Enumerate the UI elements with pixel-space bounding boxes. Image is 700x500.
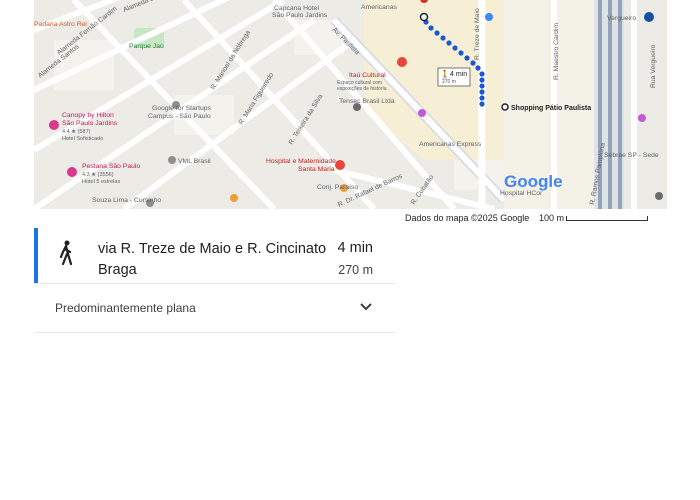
label-itau-1: Itaú Cultural bbox=[349, 72, 386, 79]
label-astro: Padaria Astro Rei bbox=[34, 21, 87, 28]
route-name: via R. Treze de Maio e R. Cincinato Brag… bbox=[98, 241, 327, 278]
label-canopy-4: Hotel Sofisticado bbox=[62, 136, 103, 142]
walk-callout-dist: 270 m bbox=[442, 79, 456, 85]
label-sebrae: Sebrae SP - Sede bbox=[604, 152, 659, 159]
route-duration: 4 min bbox=[337, 240, 373, 256]
label-tensec: Tensec Brasil Ltda bbox=[339, 98, 395, 105]
divider bbox=[34, 332, 395, 333]
walk-mini-icon: 🚶 bbox=[440, 69, 450, 79]
label-canopy-3: 4.4 ★ (587) bbox=[62, 128, 91, 135]
walk-callout-time: 4 min bbox=[450, 71, 467, 78]
label-google-1: Google for Startups bbox=[152, 105, 212, 112]
label-pestana-3: Hotel 5 estrelas bbox=[82, 179, 120, 185]
label-parque-jau: Parque Jaú bbox=[129, 43, 164, 50]
route-map[interactable]: 4 min 270 m 🚶 Shopping Pátio Paulista Al… bbox=[34, 0, 667, 209]
elevation-label: Predominantemente plana bbox=[55, 301, 196, 315]
divider bbox=[34, 283, 395, 284]
label-google-2: Campus - São Paulo bbox=[148, 113, 211, 120]
label-treze-maio: R. Treze de Maio bbox=[474, 8, 481, 60]
label-shopping: Shopping Pátio Paulista bbox=[511, 105, 591, 112]
map-scale-label: 100 m bbox=[539, 213, 565, 223]
label-canopy-2: São Paulo Jardins bbox=[62, 120, 118, 127]
label-capcana-2: São Paulo Jardins bbox=[272, 12, 328, 19]
walking-person-icon bbox=[59, 240, 73, 266]
label-express: Americanas Express bbox=[419, 141, 482, 148]
label-hospital-1: Hospital e Maternidade bbox=[266, 158, 336, 165]
elevation-summary-row[interactable]: Predominantemente plana bbox=[34, 290, 395, 326]
map-scale-bar bbox=[566, 216, 648, 221]
label-souza: Souza Lima - Cursinho bbox=[92, 197, 161, 204]
chevron-down-icon[interactable] bbox=[359, 302, 373, 312]
route-distance: 270 m bbox=[338, 263, 373, 277]
route-selected-accent bbox=[34, 228, 38, 283]
label-americanas: Americanas bbox=[361, 4, 397, 11]
label-vml: VML Brasil bbox=[178, 158, 211, 165]
label-paraiso: Conj. Paraíso bbox=[317, 184, 358, 191]
label-itau-3: exposições de história bbox=[337, 86, 387, 92]
label-canopy-1: Canopy by Hilton bbox=[62, 112, 114, 119]
label-hcor: Hospital HCor bbox=[500, 190, 543, 197]
label-vergueiro-station: Vergueiro bbox=[607, 15, 636, 22]
label-hospital-2: Santa Maria bbox=[298, 166, 335, 173]
route-option[interactable]: via R. Treze de Maio e R. Cincinato Brag… bbox=[34, 228, 395, 283]
label-maestro: R. Maestro Cardim bbox=[553, 23, 560, 80]
label-pestana-2: 4.3 ★ (3556) bbox=[82, 171, 114, 178]
label-pestana-1: Pestana São Paulo bbox=[82, 163, 140, 170]
map-attribution: Dados do mapa ©2025 Google bbox=[405, 213, 530, 223]
google-logo: Google bbox=[504, 172, 563, 191]
label-capcana-1: Capcana Hotel bbox=[274, 5, 319, 12]
label-vergueiro-road: Rua Vergueiro bbox=[650, 44, 657, 88]
